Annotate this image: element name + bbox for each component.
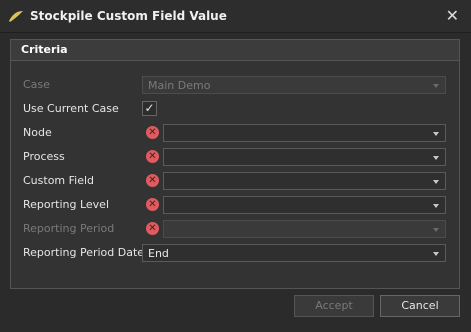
- use-current-case-row: Use Current Case ✓: [11, 100, 459, 119]
- case-combo: Main Demo: [142, 76, 446, 94]
- reporting-level-label: Reporting Level: [23, 198, 110, 211]
- reporting-period-combo: [163, 220, 446, 238]
- process-label: Process: [23, 150, 65, 163]
- process-combo[interactable]: [163, 148, 446, 166]
- app-icon: [9, 11, 23, 22]
- cancel-button[interactable]: Cancel: [380, 295, 460, 317]
- use-current-case-checkbox[interactable]: ✓: [142, 101, 157, 116]
- custom-field-combo[interactable]: [163, 172, 446, 190]
- title-bar: Stockpile Custom Field Value ✕: [0, 0, 471, 33]
- dialog-title: Stockpile Custom Field Value: [30, 9, 227, 23]
- case-row: Case Main Demo: [11, 76, 459, 95]
- custom-field-row: Custom Field ✕: [11, 172, 459, 191]
- process-row: Process ✕: [11, 148, 459, 167]
- chevron-down-icon[interactable]: [433, 156, 439, 160]
- reporting-period-date-combo[interactable]: End: [142, 244, 446, 262]
- reporting-period-label: Reporting Period: [23, 222, 115, 235]
- criteria-group: Criteria Case Main Demo Use Current Case…: [10, 39, 460, 289]
- use-current-case-label: Use Current Case: [23, 102, 119, 115]
- chevron-down-icon[interactable]: [433, 252, 439, 256]
- node-row: Node ✕: [11, 124, 459, 143]
- error-icon: ✕: [146, 174, 159, 187]
- chevron-down-icon: [433, 228, 439, 232]
- criteria-header: Criteria: [11, 40, 459, 61]
- custom-field-label: Custom Field: [23, 174, 95, 187]
- case-label: Case: [23, 78, 50, 91]
- node-combo[interactable]: [163, 124, 446, 142]
- reporting-period-date-label: Reporting Period Date: [23, 246, 145, 259]
- error-icon: ✕: [146, 222, 159, 235]
- reporting-period-date-row: Reporting Period Date End: [11, 244, 459, 263]
- error-icon: ✕: [146, 198, 159, 211]
- reporting-period-row: Reporting Period ✕: [11, 220, 459, 239]
- close-icon[interactable]: ✕: [446, 6, 459, 25]
- error-icon: ✕: [146, 126, 159, 139]
- reporting-period-date-value: End: [148, 247, 169, 260]
- reporting-level-row: Reporting Level ✕: [11, 196, 459, 215]
- chevron-down-icon: [433, 84, 439, 88]
- node-label: Node: [23, 126, 52, 139]
- reporting-level-combo[interactable]: [163, 196, 446, 214]
- chevron-down-icon[interactable]: [433, 180, 439, 184]
- accept-button[interactable]: Accept: [294, 295, 374, 317]
- chevron-down-icon[interactable]: [433, 132, 439, 136]
- case-value: Main Demo: [148, 79, 211, 92]
- error-icon: ✕: [146, 150, 159, 163]
- chevron-down-icon[interactable]: [433, 204, 439, 208]
